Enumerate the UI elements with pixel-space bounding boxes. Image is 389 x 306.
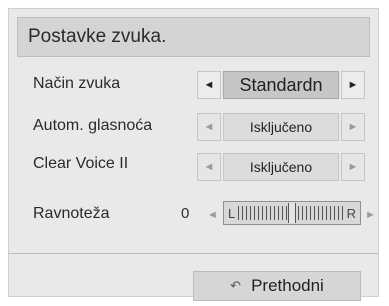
- sound-settings-panel: Postavke zvuka. Način zvuka ◄ Standardn …: [8, 8, 379, 301]
- clear-voice-next-arrow[interactable]: ►: [341, 153, 365, 181]
- clear-voice-prev-arrow[interactable]: ◄: [197, 153, 221, 181]
- clear-voice-label: Clear Voice II: [33, 155, 129, 172]
- balance-label: Ravnoteža: [33, 205, 110, 222]
- previous-button[interactable]: ↶ Prethodni: [193, 271, 361, 301]
- sound-mode-prev-arrow[interactable]: ◄: [197, 71, 221, 99]
- sound-mode-label: Način zvuka: [33, 75, 121, 92]
- sound-mode-next-arrow[interactable]: ►: [341, 71, 365, 99]
- auto-volume-value[interactable]: Isključeno: [223, 113, 339, 141]
- auto-volume-next-arrow[interactable]: ►: [341, 113, 365, 141]
- balance-slider[interactable]: L R: [223, 201, 361, 225]
- balance-left-arrow[interactable]: ◄: [207, 209, 218, 221]
- previous-label: Prethodni: [251, 276, 324, 295]
- auto-volume-label: Autom. glasnoća: [33, 117, 153, 134]
- page-title: Postavke zvuka.: [28, 26, 167, 47]
- auto-volume-prev-arrow[interactable]: ◄: [197, 113, 221, 141]
- clear-voice-selector[interactable]: ◄ Isključeno ►: [197, 153, 365, 181]
- divider: [9, 253, 378, 254]
- auto-volume-selector[interactable]: ◄ Isključeno ►: [197, 113, 365, 141]
- clear-voice-value[interactable]: Isključeno: [223, 153, 339, 181]
- balance-thumb[interactable]: [287, 203, 296, 223]
- balance-left-marker: L: [228, 205, 236, 221]
- title-bar: Postavke zvuka.: [17, 17, 370, 57]
- balance-right-arrow[interactable]: ►: [365, 209, 376, 221]
- sound-mode-value[interactable]: Standardn: [223, 71, 339, 99]
- sound-mode-selector[interactable]: ◄ Standardn ►: [197, 71, 365, 99]
- balance-value: 0: [181, 205, 190, 222]
- balance-ticks: [238, 203, 344, 223]
- return-arrow-icon: ↶: [230, 278, 242, 293]
- balance-right-marker: R: [346, 205, 356, 221]
